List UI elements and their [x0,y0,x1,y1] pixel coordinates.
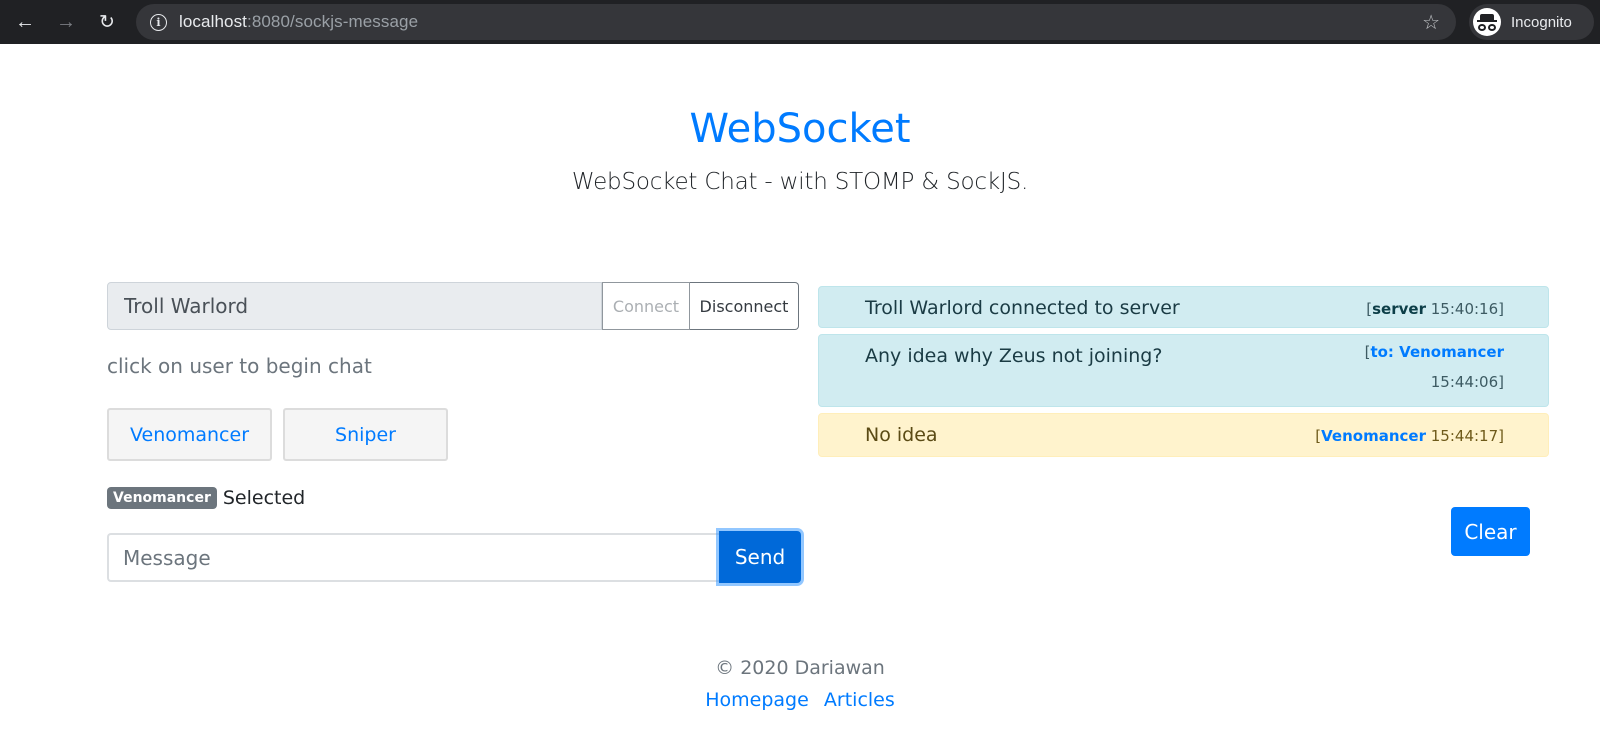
url-text[interactable]: localhost:8080/sockjs-message [179,12,418,32]
bracket-close: ] [1498,427,1504,445]
page-content: WebSocket WebSocket Chat - with STOMP & … [0,44,1600,740]
clear-button[interactable]: Clear [1451,507,1530,556]
message-meta: [server 15:40:16] [1366,287,1504,327]
message-meta: [to: Venomancer 15:44:06] [1354,335,1504,406]
footer-links: Homepage Articles [0,689,1600,711]
chat-message: No idea [Venomancer 15:44:17] [818,413,1549,457]
message-time: 15:40:16 [1430,300,1499,318]
page-title: WebSocket [689,106,911,152]
copyright: © 2020 Dariawan [715,657,885,679]
bracket-close: ] [1498,300,1504,318]
message-recipient: to: Venomancer [1370,343,1504,361]
disconnect-button[interactable]: Disconnect [690,282,799,330]
message-text: Any idea why Zeus not joining? [865,345,1163,367]
incognito-icon [1473,8,1501,36]
page-subtitle: WebSocket Chat - with STOMP & SockJS. [571,169,1029,195]
username-input[interactable] [107,282,602,330]
url-path: :8080/sockjs-message [247,12,419,31]
bookmark-star-icon[interactable]: ☆ [1422,10,1440,35]
user-button-sniper[interactable]: Sniper [283,408,448,461]
message-time: 15:44:06 [1430,373,1499,391]
footer: © 2020 Dariawan Homepage Articles [0,657,1600,711]
message-meta: [Venomancer 15:44:17] [1315,414,1504,456]
connection-group: Connect Disconnect [107,282,799,330]
bracket-close: ] [1498,373,1504,391]
message-text: No idea [865,424,938,446]
selected-label: Selected [222,487,306,509]
incognito-profile-button[interactable]: Incognito [1469,4,1594,40]
chat-messages: Troll Warlord connected to server [serve… [818,286,1549,463]
compose-group: Send [107,531,801,583]
profile-label: Incognito [1511,13,1572,31]
user-hint: click on user to begin chat [107,354,372,378]
message-time: 15:44:17 [1430,427,1499,445]
message-input[interactable] [107,533,719,582]
site-info-icon[interactable]: i [150,13,167,31]
selected-user: Venomancer Selected [107,487,305,509]
homepage-link[interactable]: Homepage [705,689,809,711]
user-button-venomancer[interactable]: Venomancer [107,408,272,461]
articles-link[interactable]: Articles [824,689,895,711]
message-sender: server [1372,300,1426,318]
browser-toolbar: ← → ↻ i localhost:8080/sockjs-message ☆ … [0,0,1600,44]
forward-arrow-icon[interactable]: → [55,11,77,33]
reload-icon[interactable]: ↻ [96,11,118,33]
address-bar[interactable]: i localhost:8080/sockjs-message ☆ [136,4,1456,40]
message-sender: Venomancer [1321,427,1426,445]
message-text: Troll Warlord connected to server [865,297,1180,319]
chat-message: Troll Warlord connected to server [serve… [818,286,1549,328]
send-button[interactable]: Send [719,531,801,583]
url-host: localhost [179,12,247,31]
back-arrow-icon[interactable]: ← [14,11,36,33]
user-list: Venomancer Sniper [107,408,448,461]
chat-message: Any idea why Zeus not joining? [to: Veno… [818,334,1549,407]
connect-button[interactable]: Connect [602,282,690,330]
selected-user-badge: Venomancer [107,487,217,509]
